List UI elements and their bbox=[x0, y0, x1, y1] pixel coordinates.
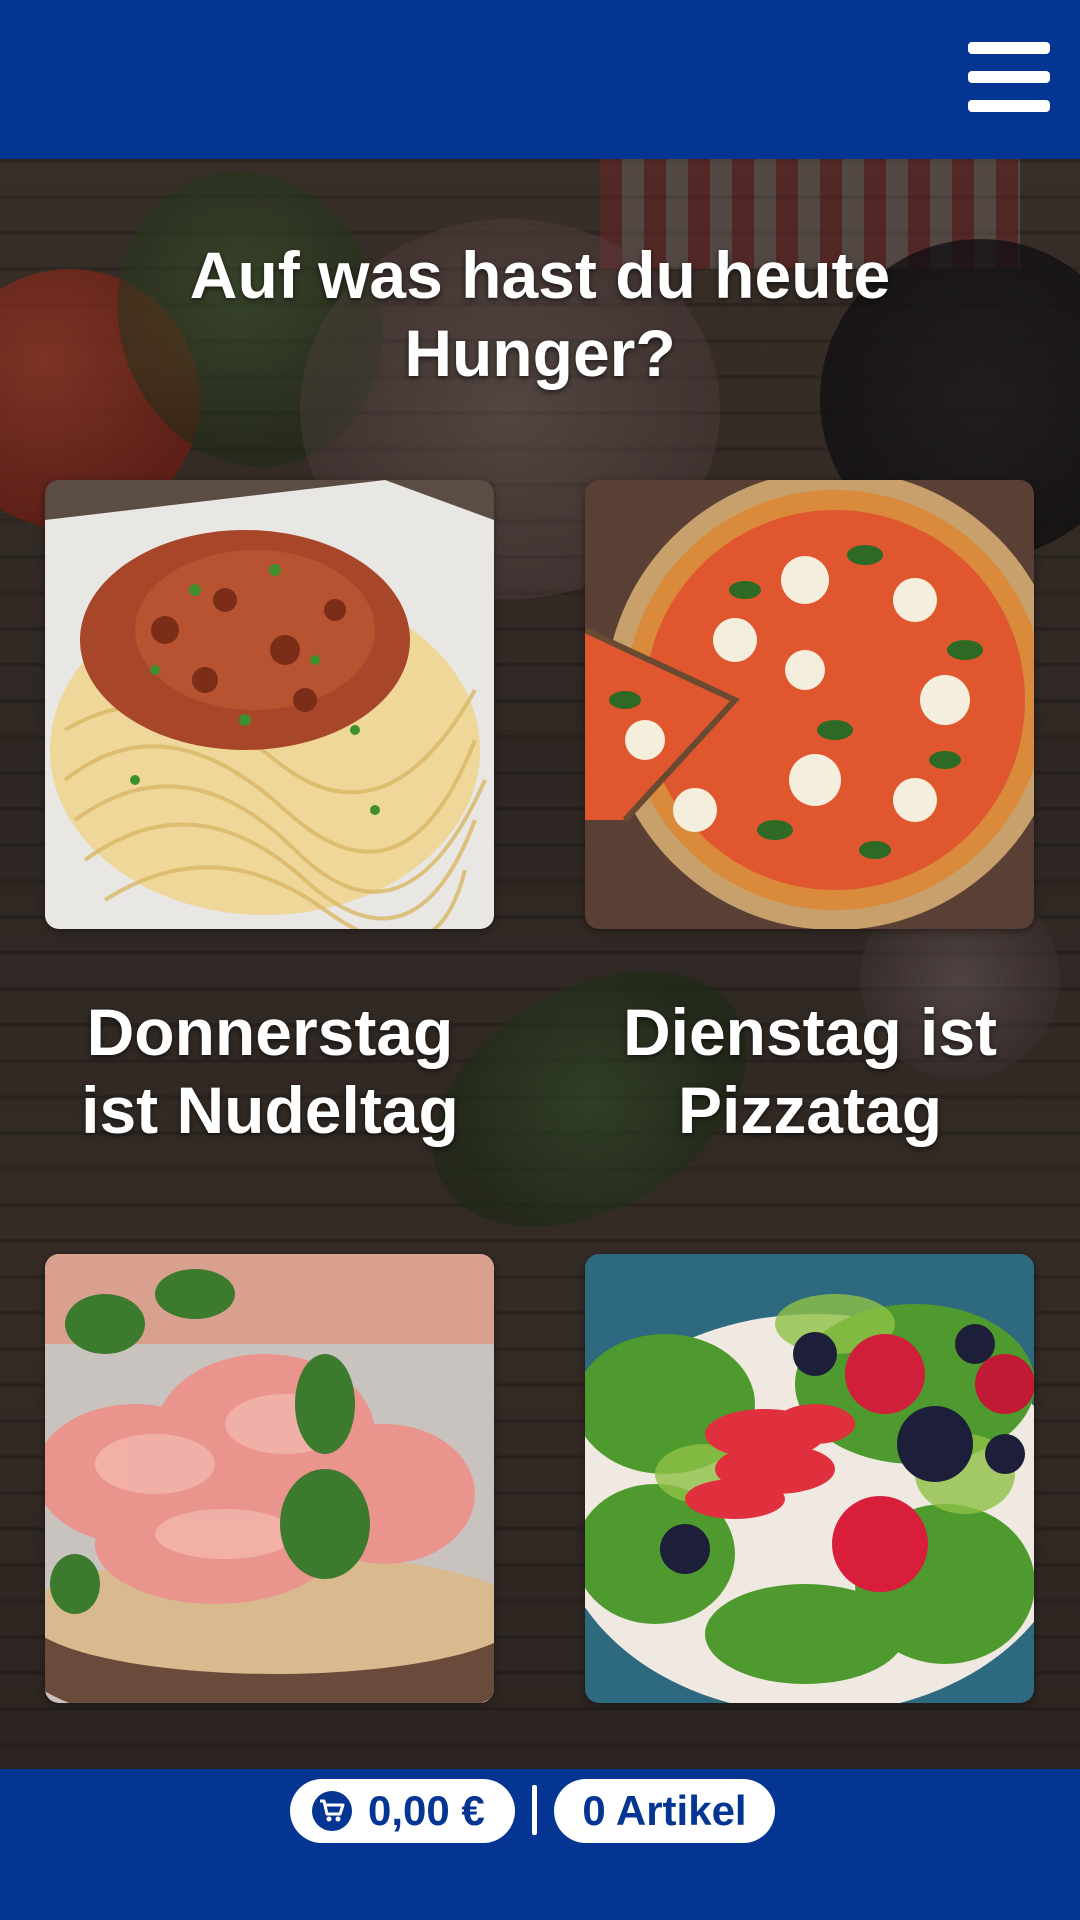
headline-line-2: Hunger? bbox=[404, 316, 676, 390]
spaghetti-bolognese-tile[interactable] bbox=[45, 480, 494, 929]
noodle-day-caption-line-2: ist Nudeltag bbox=[81, 1073, 459, 1147]
shopping-cart-icon bbox=[312, 1791, 352, 1831]
spaghetti-photo bbox=[45, 480, 494, 929]
pizza-day-caption: Dienstag ist Pizzatag bbox=[540, 993, 1080, 1149]
headline-line-1: Auf was hast du heute bbox=[189, 238, 891, 312]
salad-photo bbox=[585, 1254, 1034, 1703]
hamburger-menu-icon[interactable] bbox=[968, 42, 1050, 112]
pizza-photo bbox=[585, 480, 1034, 929]
top-header-bar bbox=[0, 0, 1080, 159]
page-headline: Auf was hast du heute Hunger? bbox=[0, 236, 1080, 392]
berry-salad-tile[interactable] bbox=[585, 1254, 1034, 1703]
pizza-day-caption-line-1: Dienstag ist bbox=[622, 995, 998, 1069]
ham-photo bbox=[45, 1254, 494, 1703]
noodle-day-caption-line-1: Donnerstag bbox=[86, 995, 454, 1069]
item-count-button[interactable]: 0 Artikel bbox=[554, 1779, 775, 1843]
cart-amount: 0,00 € bbox=[368, 1787, 485, 1834]
prosciutto-tile[interactable] bbox=[45, 1254, 494, 1703]
noodle-day-caption: Donnerstag ist Nudeltag bbox=[0, 993, 540, 1149]
bottom-cart-bar: 0,00 € 0 Artikel bbox=[0, 1769, 1080, 1920]
cart-total-button[interactable]: 0,00 € bbox=[290, 1779, 515, 1843]
pizza-day-caption-line-2: Pizzatag bbox=[677, 1073, 943, 1147]
pizza-margherita-tile[interactable] bbox=[585, 480, 1034, 929]
footer-divider bbox=[532, 1785, 537, 1835]
